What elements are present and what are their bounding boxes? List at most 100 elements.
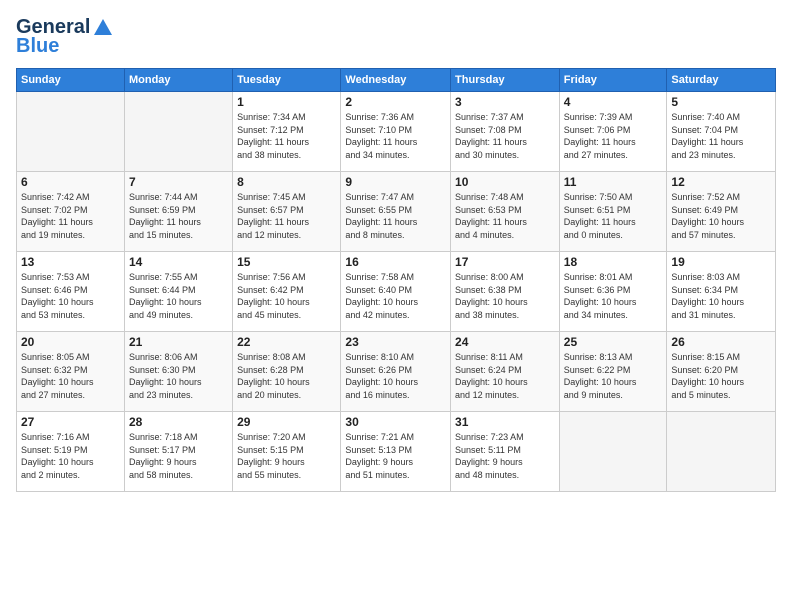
day-info: Sunrise: 7:58 AM Sunset: 6:40 PM Dayligh… [345, 271, 446, 321]
day-number: 11 [564, 175, 663, 189]
day-info: Sunrise: 7:50 AM Sunset: 6:51 PM Dayligh… [564, 191, 663, 241]
day-info: Sunrise: 8:00 AM Sunset: 6:38 PM Dayligh… [455, 271, 555, 321]
day-info: Sunrise: 7:42 AM Sunset: 7:02 PM Dayligh… [21, 191, 120, 241]
day-of-week-header: Thursday [451, 69, 560, 92]
day-info: Sunrise: 7:48 AM Sunset: 6:53 PM Dayligh… [455, 191, 555, 241]
day-info: Sunrise: 8:11 AM Sunset: 6:24 PM Dayligh… [455, 351, 555, 401]
day-number: 9 [345, 175, 446, 189]
day-number: 30 [345, 415, 446, 429]
calendar-cell: 5 Sunrise: 7:40 AM Sunset: 7:04 PM Daylig… [667, 92, 776, 172]
day-info: Sunrise: 7:53 AM Sunset: 6:46 PM Dayligh… [21, 271, 120, 321]
day-number: 17 [455, 255, 555, 269]
page: General Blue SundayMondayTuesdayWednesda… [0, 0, 792, 612]
calendar-cell: 6 Sunrise: 7:42 AM Sunset: 7:02 PM Daylig… [17, 172, 125, 252]
calendar-week-row: 13 Sunrise: 7:53 AM Sunset: 6:46 PM Dayli… [17, 252, 776, 332]
day-of-week-header: Wednesday [341, 69, 451, 92]
calendar-cell: 16 Sunrise: 7:58 AM Sunset: 6:40 PM Dayli… [341, 252, 451, 332]
logo-blue: Blue [16, 35, 59, 58]
day-info: Sunrise: 7:16 AM Sunset: 5:19 PM Dayligh… [21, 431, 120, 481]
day-number: 13 [21, 255, 120, 269]
calendar-cell: 12 Sunrise: 7:52 AM Sunset: 6:49 PM Dayli… [667, 172, 776, 252]
calendar-header-row: SundayMondayTuesdayWednesdayThursdayFrid… [17, 69, 776, 92]
day-info: Sunrise: 7:34 AM Sunset: 7:12 PM Dayligh… [237, 111, 336, 161]
calendar-cell: 22 Sunrise: 8:08 AM Sunset: 6:28 PM Dayli… [233, 332, 341, 412]
day-number: 7 [129, 175, 228, 189]
calendar-cell: 10 Sunrise: 7:48 AM Sunset: 6:53 PM Dayli… [451, 172, 560, 252]
day-info: Sunrise: 7:40 AM Sunset: 7:04 PM Dayligh… [671, 111, 771, 161]
day-number: 10 [455, 175, 555, 189]
calendar-cell: 19 Sunrise: 8:03 AM Sunset: 6:34 PM Dayli… [667, 252, 776, 332]
day-number: 15 [237, 255, 336, 269]
day-of-week-header: Monday [124, 69, 232, 92]
calendar-week-row: 27 Sunrise: 7:16 AM Sunset: 5:19 PM Dayli… [17, 412, 776, 492]
day-number: 16 [345, 255, 446, 269]
day-number: 3 [455, 95, 555, 109]
calendar-cell: 29 Sunrise: 7:20 AM Sunset: 5:15 PM Dayli… [233, 412, 341, 492]
calendar-cell: 11 Sunrise: 7:50 AM Sunset: 6:51 PM Dayli… [559, 172, 667, 252]
calendar-cell [17, 92, 125, 172]
day-of-week-header: Friday [559, 69, 667, 92]
day-info: Sunrise: 7:55 AM Sunset: 6:44 PM Dayligh… [129, 271, 228, 321]
day-info: Sunrise: 7:21 AM Sunset: 5:13 PM Dayligh… [345, 431, 446, 481]
day-info: Sunrise: 7:56 AM Sunset: 6:42 PM Dayligh… [237, 271, 336, 321]
day-of-week-header: Sunday [17, 69, 125, 92]
day-number: 23 [345, 335, 446, 349]
day-number: 19 [671, 255, 771, 269]
calendar-cell: 3 Sunrise: 7:37 AM Sunset: 7:08 PM Daylig… [451, 92, 560, 172]
calendar-cell: 25Sunrise: 8:13 AM Sunset: 6:22 PM Dayli… [559, 332, 667, 412]
day-info: Sunrise: 8:05 AM Sunset: 6:32 PM Dayligh… [21, 351, 120, 401]
day-info: Sunrise: 8:01 AM Sunset: 6:36 PM Dayligh… [564, 271, 663, 321]
day-info: Sunrise: 8:10 AM Sunset: 6:26 PM Dayligh… [345, 351, 446, 401]
calendar-week-row: 6 Sunrise: 7:42 AM Sunset: 7:02 PM Daylig… [17, 172, 776, 252]
day-info: Sunrise: 7:36 AM Sunset: 7:10 PM Dayligh… [345, 111, 446, 161]
day-of-week-header: Saturday [667, 69, 776, 92]
calendar-cell: 8Sunrise: 7:45 AM Sunset: 6:57 PM Daylig… [233, 172, 341, 252]
day-number: 8 [237, 175, 336, 189]
calendar-cell: 13 Sunrise: 7:53 AM Sunset: 6:46 PM Dayli… [17, 252, 125, 332]
day-info: Sunrise: 7:47 AM Sunset: 6:55 PM Dayligh… [345, 191, 446, 241]
day-number: 31 [455, 415, 555, 429]
day-number: 5 [671, 95, 771, 109]
day-number: 2 [345, 95, 446, 109]
day-info: Sunrise: 8:08 AM Sunset: 6:28 PM Dayligh… [237, 351, 336, 401]
day-number: 24 [455, 335, 555, 349]
calendar-cell: 9 Sunrise: 7:47 AM Sunset: 6:55 PM Daylig… [341, 172, 451, 252]
calendar-cell: 14 Sunrise: 7:55 AM Sunset: 6:44 PM Dayli… [124, 252, 232, 332]
calendar-cell: 18Sunrise: 8:01 AM Sunset: 6:36 PM Dayli… [559, 252, 667, 332]
day-info: Sunrise: 7:44 AM Sunset: 6:59 PM Dayligh… [129, 191, 228, 241]
day-info: Sunrise: 7:23 AM Sunset: 5:11 PM Dayligh… [455, 431, 555, 481]
day-info: Sunrise: 8:06 AM Sunset: 6:30 PM Dayligh… [129, 351, 228, 401]
day-number: 27 [21, 415, 120, 429]
day-number: 12 [671, 175, 771, 189]
day-of-week-header: Tuesday [233, 69, 341, 92]
calendar-cell: 21Sunrise: 8:06 AM Sunset: 6:30 PM Dayli… [124, 332, 232, 412]
calendar-cell: 23 Sunrise: 8:10 AM Sunset: 6:26 PM Dayli… [341, 332, 451, 412]
day-number: 14 [129, 255, 228, 269]
day-info: Sunrise: 7:37 AM Sunset: 7:08 PM Dayligh… [455, 111, 555, 161]
calendar-cell: 31 Sunrise: 7:23 AM Sunset: 5:11 PM Dayli… [451, 412, 560, 492]
calendar-cell: 17 Sunrise: 8:00 AM Sunset: 6:38 PM Dayli… [451, 252, 560, 332]
calendar-cell: 26Sunrise: 8:15 AM Sunset: 6:20 PM Dayli… [667, 332, 776, 412]
day-info: Sunrise: 8:03 AM Sunset: 6:34 PM Dayligh… [671, 271, 771, 321]
day-number: 22 [237, 335, 336, 349]
calendar-cell: 24 Sunrise: 8:11 AM Sunset: 6:24 PM Dayli… [451, 332, 560, 412]
calendar-cell: 30 Sunrise: 7:21 AM Sunset: 5:13 PM Dayli… [341, 412, 451, 492]
calendar-table: SundayMondayTuesdayWednesdayThursdayFrid… [16, 68, 776, 492]
calendar-cell [124, 92, 232, 172]
calendar-cell: 28Sunrise: 7:18 AM Sunset: 5:17 PM Dayli… [124, 412, 232, 492]
calendar-cell: 7 Sunrise: 7:44 AM Sunset: 6:59 PM Daylig… [124, 172, 232, 252]
day-info: Sunrise: 7:52 AM Sunset: 6:49 PM Dayligh… [671, 191, 771, 241]
day-number: 28 [129, 415, 228, 429]
logo: General Blue [16, 16, 114, 58]
calendar-cell [667, 412, 776, 492]
calendar-week-row: 20Sunrise: 8:05 AM Sunset: 6:32 PM Dayli… [17, 332, 776, 412]
calendar-cell: 1Sunrise: 7:34 AM Sunset: 7:12 PM Daylig… [233, 92, 341, 172]
day-number: 6 [21, 175, 120, 189]
calendar-cell: 4Sunrise: 7:39 AM Sunset: 7:06 PM Daylig… [559, 92, 667, 172]
calendar-cell [559, 412, 667, 492]
header: General Blue [16, 16, 776, 58]
day-number: 29 [237, 415, 336, 429]
day-info: Sunrise: 7:20 AM Sunset: 5:15 PM Dayligh… [237, 431, 336, 481]
calendar-week-row: 1Sunrise: 7:34 AM Sunset: 7:12 PM Daylig… [17, 92, 776, 172]
calendar-cell: 15 Sunrise: 7:56 AM Sunset: 6:42 PM Dayli… [233, 252, 341, 332]
